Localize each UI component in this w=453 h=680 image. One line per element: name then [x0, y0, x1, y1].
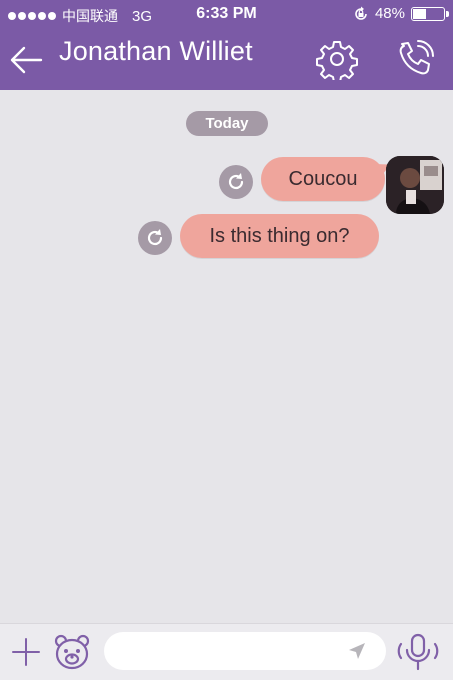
chat-area: Today Coucou Is this thing on? [0, 90, 453, 623]
message-text: Is this thing on? [209, 225, 350, 247]
message-bubble[interactable]: Coucou [261, 157, 393, 201]
phone-call-icon[interactable] [394, 38, 436, 80]
message-bubble[interactable]: Is this thing on? [180, 214, 379, 258]
nav-bar: Jonathan Williet [0, 30, 453, 90]
retry-icon[interactable] [138, 221, 172, 255]
status-bar: 中国联通 3G 6:33 PM 48% [0, 0, 453, 30]
avatar[interactable] [386, 156, 444, 214]
back-arrow-icon[interactable] [8, 42, 44, 78]
status-right: 48% [353, 5, 449, 22]
microphone-icon[interactable] [396, 630, 440, 674]
battery-level [413, 8, 426, 19]
plus-icon[interactable] [10, 636, 42, 668]
date-separator: Today [186, 111, 268, 136]
bear-sticker-icon[interactable] [52, 632, 92, 672]
conversation-title: Jonathan Williet [59, 36, 253, 66]
battery-icon [411, 6, 449, 21]
composer-bar [0, 623, 453, 680]
retry-icon[interactable] [219, 165, 253, 199]
message-input[interactable] [104, 632, 386, 670]
gear-icon[interactable] [316, 38, 358, 80]
battery-percent: 48% [374, 5, 405, 22]
rotation-lock-icon [355, 6, 367, 20]
message-text: Coucou [288, 168, 358, 190]
send-arrow-icon[interactable] [347, 641, 367, 661]
top-header: 中国联通 3G 6:33 PM 48% Jonathan Williet [0, 0, 453, 90]
